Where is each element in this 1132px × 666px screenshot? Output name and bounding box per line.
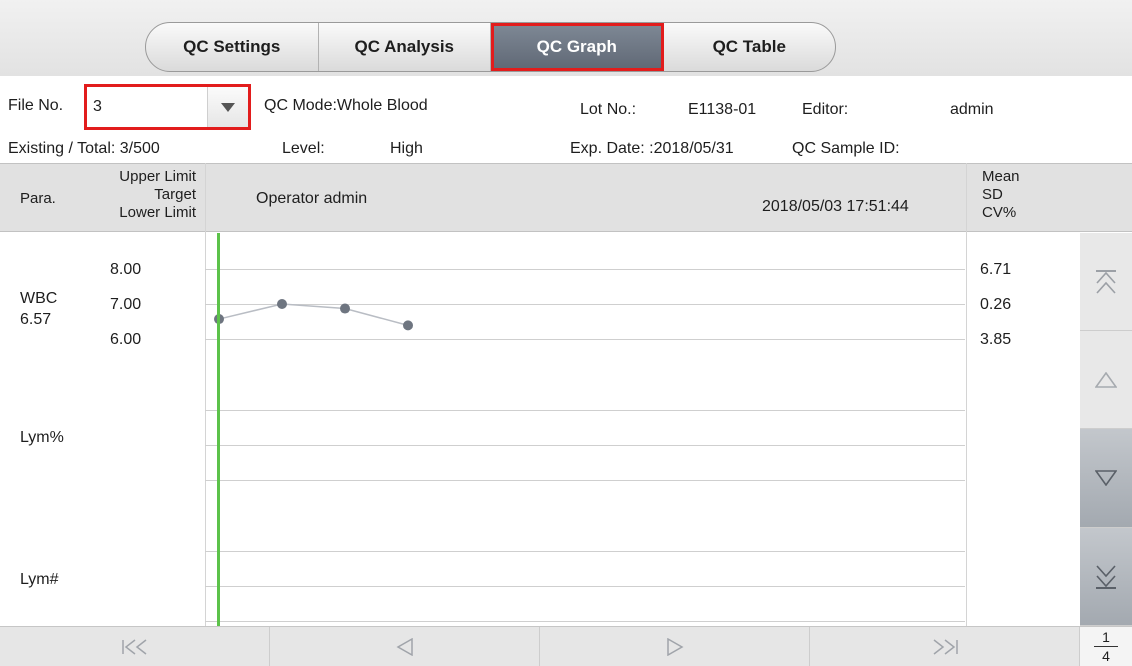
header-cv: CV%	[982, 204, 1017, 221]
scroll-down-button[interactable]	[1080, 429, 1132, 528]
level-value: High	[390, 140, 423, 157]
wbc-data-point[interactable]	[340, 303, 350, 314]
file-no-label: File No.	[8, 97, 64, 114]
scroll-down-icon	[1095, 470, 1117, 486]
param-value-wbc: 6.57	[20, 311, 52, 328]
file-no-select[interactable]: 3	[84, 84, 251, 130]
first-page-button[interactable]	[0, 627, 270, 666]
page-total: 4	[1102, 648, 1110, 664]
header-upper-limit: Upper Limit	[119, 168, 196, 185]
header-lower-limit: Lower Limit	[119, 204, 196, 221]
tab-qc-analysis[interactable]: QC Analysis	[319, 23, 491, 71]
scroll-up-icon	[1095, 371, 1117, 388]
param-name-lym-percent: Lym%	[20, 429, 64, 446]
header-sd: SD	[982, 186, 1003, 203]
page-indicator: 1 4	[1080, 626, 1132, 666]
dropdown-arrow-icon[interactable]	[207, 87, 248, 127]
header-para: Para.	[20, 190, 56, 207]
editor-value: admin	[950, 101, 994, 118]
wbc-mean: 6.71	[980, 261, 1012, 278]
param-name-wbc: WBC	[20, 290, 58, 307]
wbc-data-point[interactable]	[277, 299, 287, 309]
lot-no-value: E1138-01	[688, 101, 757, 118]
scroll-top-button[interactable]	[1080, 233, 1132, 331]
page-current: 1	[1102, 629, 1110, 645]
header-operator: Operator admin	[256, 190, 368, 207]
page-fraction-bar	[1094, 646, 1118, 647]
vertical-scroll	[1080, 233, 1132, 626]
wbc-lower-limit: 6.00	[110, 331, 142, 348]
qc-sample-id-label: QC Sample ID:	[792, 140, 900, 157]
scroll-top-icon	[1096, 269, 1116, 294]
next-button[interactable]	[540, 627, 810, 666]
header-datetime: 2018/05/03 17:51:44	[762, 198, 909, 215]
last-page-icon	[933, 638, 958, 655]
header-stats: Mean SD CV%	[982, 168, 1020, 222]
first-page-icon	[121, 638, 146, 655]
lot-no-label: Lot No.:	[580, 101, 637, 118]
wbc-target: 7.00	[110, 296, 142, 313]
scroll-up-button[interactable]	[1080, 331, 1132, 429]
graph-cursor-line[interactable]	[217, 233, 220, 626]
qc-mode: QC Mode:Whole Blood	[264, 97, 428, 114]
previous-icon	[395, 637, 413, 656]
wbc-series-line	[218, 303, 409, 327]
last-page-button[interactable]	[810, 627, 1080, 666]
next-icon	[666, 637, 684, 656]
param-name-lym-count: Lym#	[20, 571, 59, 588]
wbc-upper-limit: 8.00	[110, 261, 142, 278]
wbc-data-point[interactable]	[403, 320, 413, 331]
tab-bar: QC Settings QC Analysis QC Graph QC Tabl…	[145, 22, 836, 72]
existing-total: Existing / Total: 3/500	[8, 140, 160, 157]
level-label: Level:	[282, 140, 325, 157]
header-target: Target	[154, 186, 196, 203]
file-no-value: 3	[93, 98, 102, 115]
tab-qc-table[interactable]: QC Table	[664, 23, 836, 71]
tab-qc-graph[interactable]: QC Graph	[491, 23, 664, 71]
exp-date: Exp. Date: :2018/05/31	[570, 140, 734, 157]
column-divider	[966, 163, 967, 626]
header-limits: Upper Limit Target Lower Limit	[80, 168, 196, 222]
tab-qc-settings[interactable]: QC Settings	[146, 23, 319, 71]
wbc-cv: 3.85	[980, 331, 1012, 348]
scroll-bottom-button[interactable]	[1080, 528, 1132, 626]
bottom-navigation	[0, 626, 1080, 666]
editor-label: Editor:	[802, 101, 849, 118]
previous-button[interactable]	[270, 627, 540, 666]
wbc-qc-chart	[214, 299, 413, 331]
header-mean: Mean	[982, 168, 1020, 185]
scroll-bottom-icon	[1096, 564, 1116, 589]
wbc-sd: 0.26	[980, 296, 1012, 313]
